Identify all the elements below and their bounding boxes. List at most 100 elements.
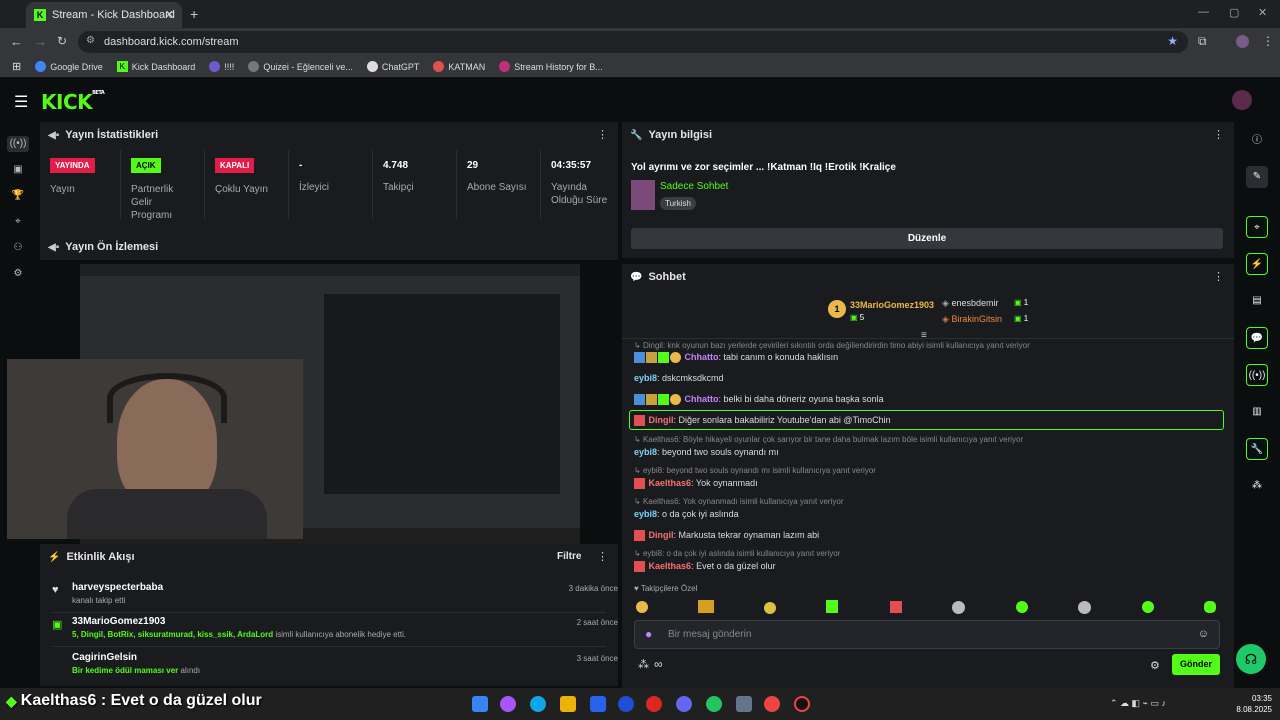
info-title: Yayın bilgisi	[648, 129, 713, 141]
activity-title: Etkinlik Akışı	[66, 551, 135, 563]
chat-input[interactable]: ● Bir mesaj gönderin ☺	[634, 620, 1220, 649]
discord-icon[interactable]	[676, 696, 692, 712]
back-icon[interactable]: ←	[10, 34, 23, 49]
stream-icon[interactable]: ((•))	[7, 136, 29, 152]
badge-icon	[646, 352, 657, 364]
taskbar-clock[interactable]: 03:35 8.08.2025	[1216, 693, 1272, 715]
kick-logo[interactable]: KICKBETA	[41, 90, 105, 114]
devil-emote-icon	[634, 561, 645, 573]
forward-icon[interactable]: →	[34, 34, 47, 49]
bookmark-kick-dashboard[interactable]: K Kick Dashboard	[116, 61, 195, 72]
microphone-icon[interactable]: ●	[645, 627, 652, 641]
bookmark-chatgpt[interactable]: ChatGPT	[366, 61, 419, 72]
site-info-icon[interactable]: ⚙	[86, 35, 95, 46]
chrome-icon[interactable]	[646, 696, 662, 712]
menu-icon[interactable]: ☰	[14, 92, 28, 112]
close-window-icon[interactable]: ✕	[1258, 6, 1267, 19]
maximize-icon[interactable]: ▢	[1229, 6, 1239, 19]
emote-icon[interactable]	[952, 601, 965, 614]
star-icon[interactable]: ★	[1167, 34, 1178, 48]
emote-icon[interactable]	[1142, 601, 1154, 613]
history-icon	[499, 61, 511, 72]
emote-icon[interactable]	[1078, 601, 1091, 614]
gift-icon: ▣	[52, 619, 63, 631]
bookmark-exclaim[interactable]: !!!!	[209, 61, 234, 72]
stat-subscribers: 29 Abone Sayısı	[456, 150, 540, 220]
send-button[interactable]: Gönder	[1172, 654, 1220, 675]
start-icon[interactable]	[472, 696, 488, 712]
stream-info-panel: 🔧 Yayın bilgisi ⋮ Yol ayrımı ve zor seçi…	[622, 122, 1234, 258]
chat-icon: 💬	[630, 271, 643, 283]
extensions-icon[interactable]: ⧉	[1198, 34, 1207, 49]
network-app-icon[interactable]	[736, 696, 752, 712]
edit-button[interactable]: Düzenle	[631, 228, 1223, 249]
bookmark-quizei[interactable]: Quizei - Eğlenceli ve...	[248, 61, 353, 72]
app-icon[interactable]	[618, 696, 634, 712]
support-headset-icon[interactable]: ☊	[1236, 644, 1266, 674]
bookmark-stream-history[interactable]: Stream History for B...	[499, 61, 603, 72]
address-toolbar: ← → ↻ ⚙ dashboard.kick.com/stream ★ ⧉ ⋮	[0, 28, 1280, 56]
settings-icon[interactable]: ⚙	[10, 266, 26, 282]
bookmark-katman[interactable]: KATMAN	[433, 61, 485, 72]
copilot-icon[interactable]	[500, 696, 516, 712]
pinned-collapse-icon[interactable]: ≡	[921, 330, 927, 341]
stats-icon: ◀▪	[48, 129, 60, 141]
chat-settings-icon[interactable]: ⚙	[1150, 659, 1160, 672]
emote-icon[interactable]	[890, 601, 902, 613]
edit-icon[interactable]: ✎	[1246, 166, 1268, 188]
explorer-icon[interactable]	[560, 696, 576, 712]
moderation-icon[interactable]: ⌖	[10, 214, 26, 230]
browser-tab[interactable]: K Stream - Kick Dashboard ✕	[26, 2, 182, 28]
bookmarks-bar: ⊞ Google Drive K Kick Dashboard !!!! Quiz…	[0, 56, 1280, 78]
pointer-icon[interactable]: ⁂	[638, 658, 649, 671]
headphones-icon	[107, 373, 227, 423]
emote-icon[interactable]	[1016, 601, 1028, 613]
filter-button[interactable]: Filtre	[557, 551, 581, 562]
activity-feed-panel: ⚡ Etkinlik Akışı Filtre ⋮ ♥ harveyspecte…	[40, 544, 618, 686]
chat-reply-line: ↳ eybi8: o da çok iyi aslında isimli kul…	[634, 549, 841, 558]
new-tab-icon[interactable]: +	[190, 6, 198, 22]
edge-icon[interactable]	[530, 696, 546, 712]
emoji-icon[interactable]: ☺	[1198, 628, 1209, 640]
obs-icon[interactable]	[794, 696, 810, 712]
lightning-icon[interactable]: ⚡	[1246, 253, 1268, 275]
address-input[interactable]: ⚙ dashboard.kick.com/stream ★	[78, 31, 1188, 53]
store-icon[interactable]	[590, 696, 606, 712]
chat-more-icon[interactable]: ⋮	[1213, 270, 1224, 283]
info-icon[interactable]: ⓘ	[1246, 130, 1268, 152]
info-more-icon[interactable]: ⋮	[1213, 128, 1224, 141]
close-tab-icon[interactable]: ✕	[165, 8, 174, 21]
emote-icon[interactable]	[1204, 601, 1216, 613]
points-icon[interactable]: ∞	[654, 657, 663, 671]
user-avatar[interactable]	[1232, 90, 1252, 110]
emote-icon[interactable]	[764, 602, 776, 614]
more-tools-icon[interactable]: ⁂	[1246, 475, 1268, 497]
layers-icon[interactable]: ▥	[1246, 401, 1268, 423]
kick-dashboard: ☰ KICKBETA ((•)) ▣ 🏆 ⌖ ⚇ ⚙ ◀▪ Yayın İsta…	[0, 78, 1280, 688]
bookmark-google-drive[interactable]: Google Drive	[35, 61, 103, 72]
tray-icons[interactable]: ⌃ ☁ ◧ ⌁ ▭ ♪	[1110, 698, 1166, 709]
profile-avatar[interactable]	[1236, 35, 1249, 48]
emote-icon[interactable]	[636, 601, 648, 613]
emote-icon[interactable]	[826, 600, 838, 613]
minimize-icon[interactable]: —	[1198, 6, 1209, 18]
trophy-icon[interactable]: 🏆	[10, 188, 26, 204]
reload-icon[interactable]: ↻	[57, 34, 67, 48]
tools-icon[interactable]: 🔧	[1246, 438, 1268, 460]
spotify-icon[interactable]	[706, 696, 722, 712]
category-link[interactable]: Sadece Sohbet	[660, 181, 728, 192]
activity-more-icon[interactable]: ⋮	[597, 550, 608, 563]
apps-grid-icon[interactable]: ⊞	[12, 60, 21, 73]
community-icon[interactable]: ⚇	[10, 240, 26, 256]
dashboard-icon[interactable]: ▣	[10, 162, 26, 178]
broadcast-icon[interactable]: ((•))	[1246, 364, 1268, 386]
top-nav: ☰ KICKBETA	[0, 78, 1280, 122]
moderation-tool-icon[interactable]: ⌖	[1246, 216, 1268, 238]
chrome-alt-icon[interactable]	[764, 696, 780, 712]
stats-more-icon[interactable]: ⋮	[597, 128, 608, 141]
notes-icon[interactable]: ▤	[1246, 290, 1268, 312]
chat-tool-icon[interactable]: 💬	[1246, 327, 1268, 349]
sub-badge-icon	[658, 352, 669, 364]
emote-icon[interactable]	[698, 600, 714, 613]
browser-menu-icon[interactable]: ⋮	[1262, 34, 1274, 48]
